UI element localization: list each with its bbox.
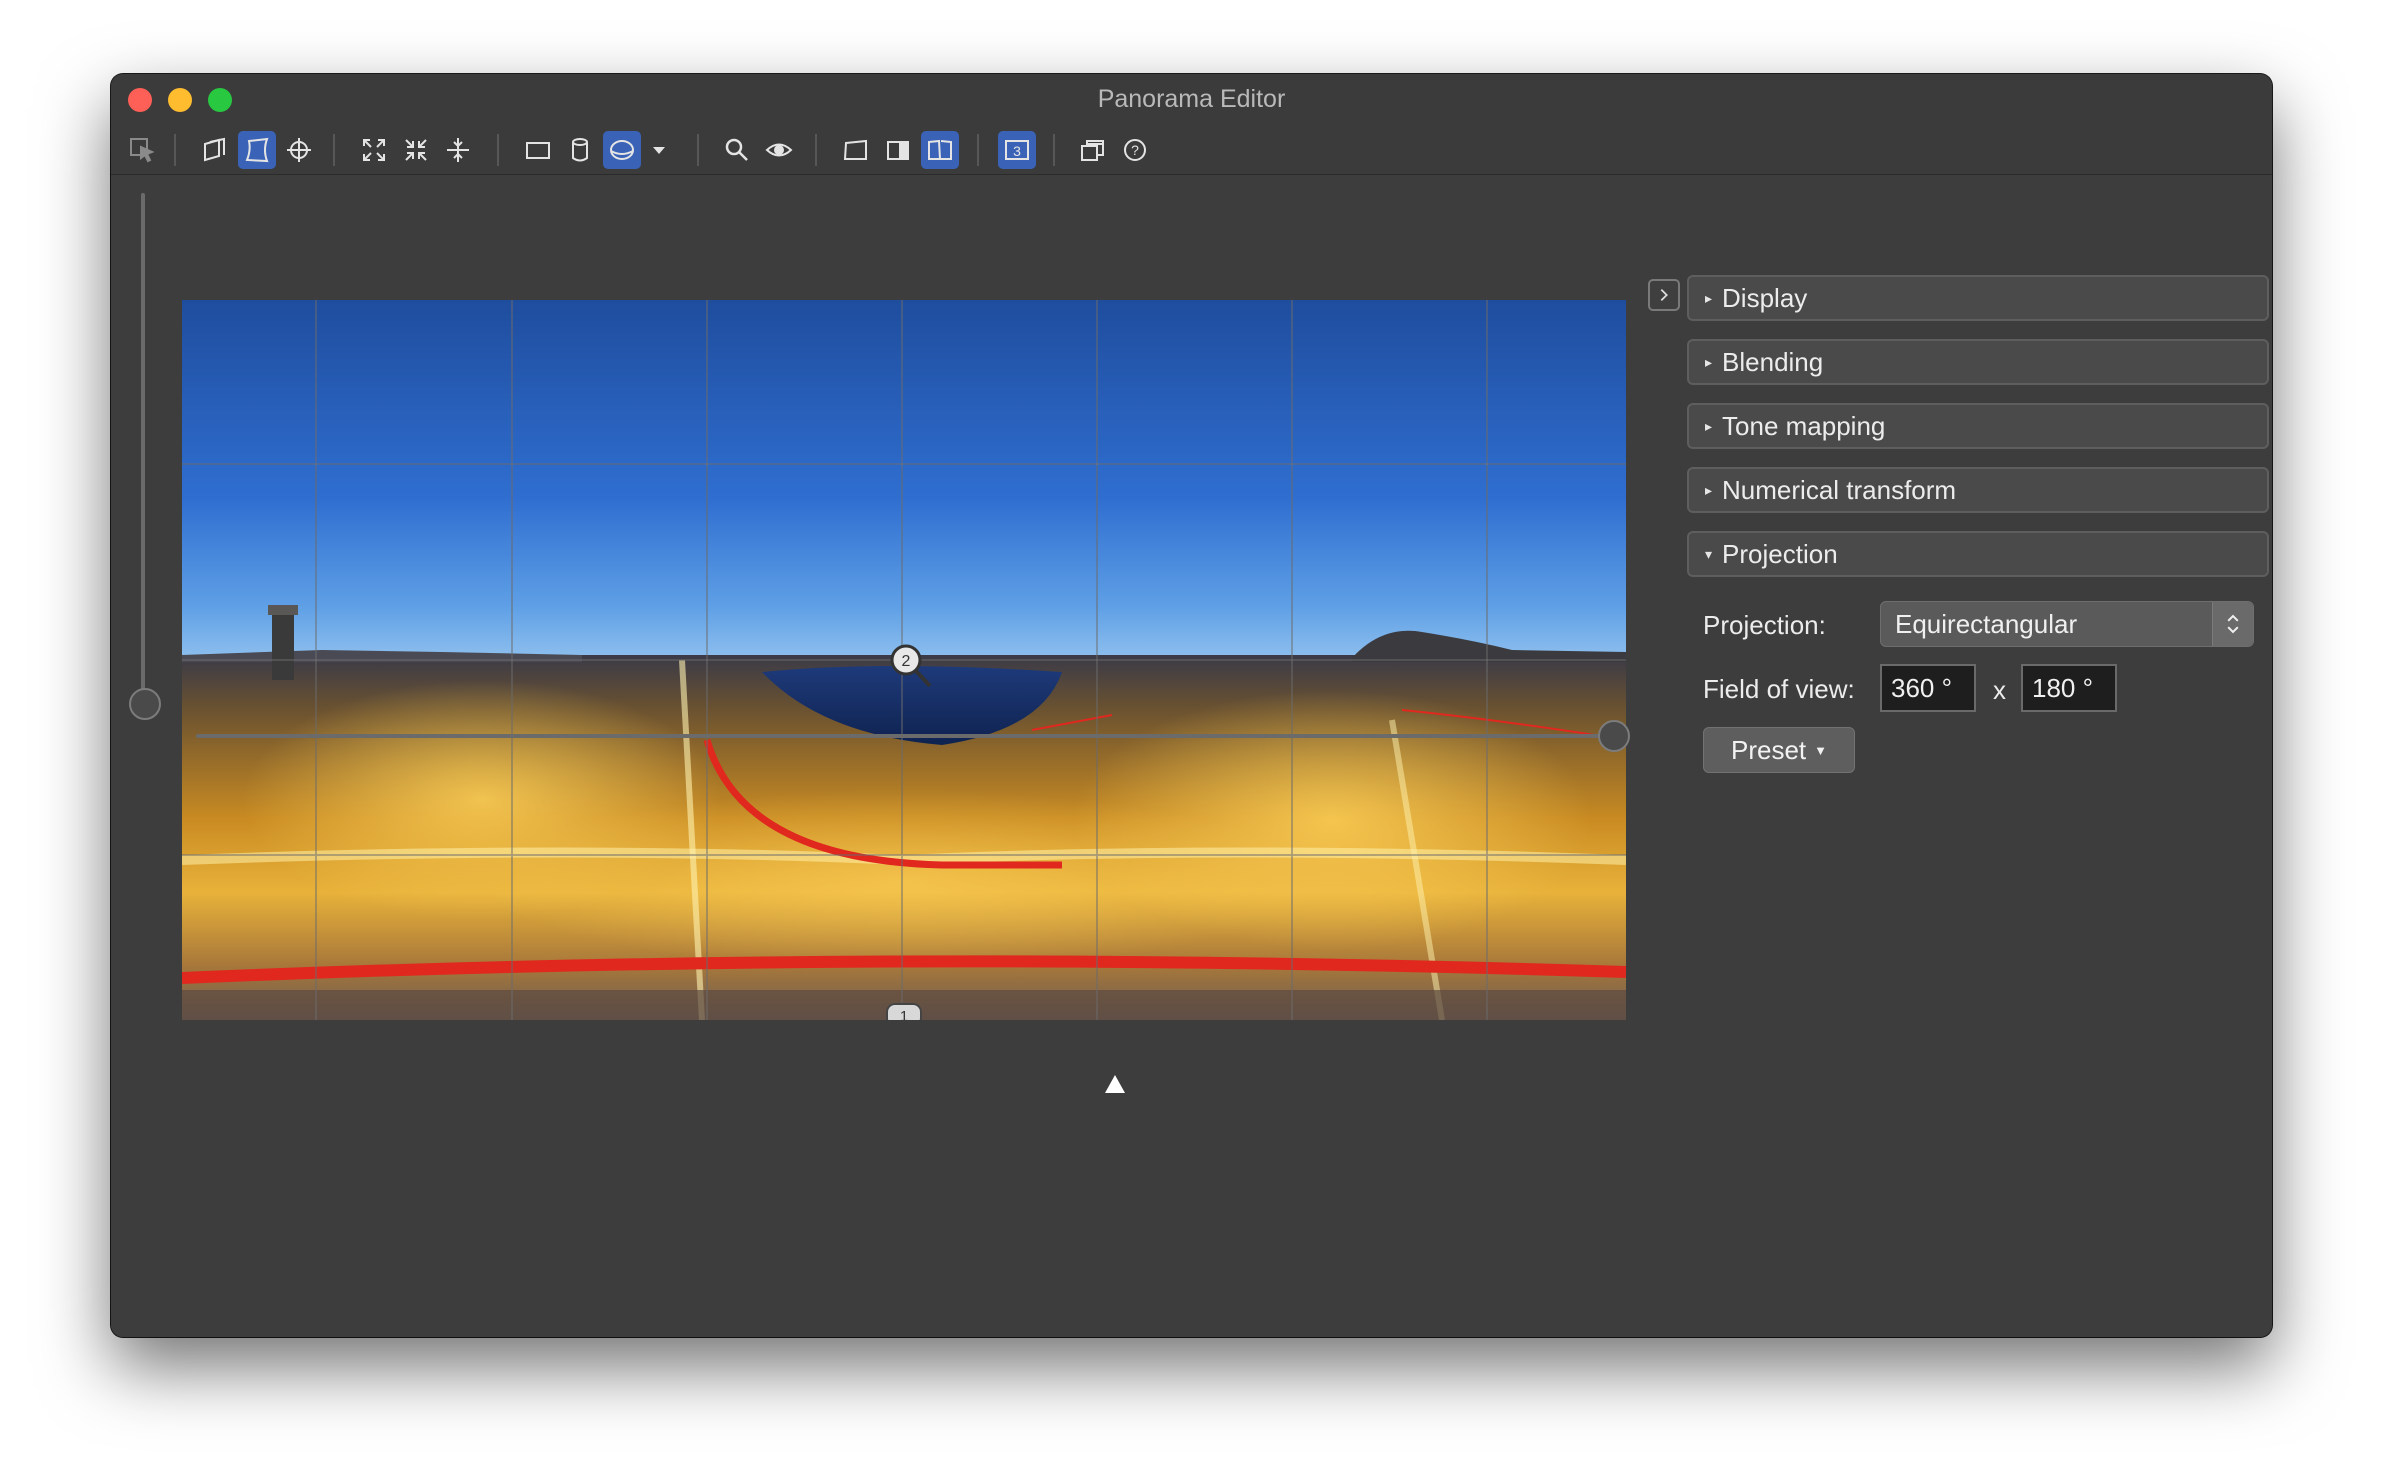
- field-of-view-label: Field of view:: [1703, 674, 1855, 704]
- vertical-fov-slider-track[interactable]: [141, 193, 145, 693]
- collapse-sidebar-button[interactable]: [1648, 279, 1680, 311]
- crosshair-icon[interactable]: [280, 131, 318, 169]
- editor-content: 2 1 ▸ Display ▸ Blending ▸ Tone mapping: [111, 175, 2272, 1337]
- svg-text:1: 1: [900, 1008, 908, 1020]
- window-title: Panorama Editor: [1097, 85, 1286, 113]
- preset-button[interactable]: Preset ▼: [1703, 727, 1855, 773]
- svg-text:3: 3: [1013, 143, 1021, 159]
- disclosure-right-icon: ▸: [1705, 353, 1713, 370]
- zoom-icon[interactable]: [718, 131, 756, 169]
- view-left-icon[interactable]: [837, 131, 875, 169]
- svg-text:2: 2: [902, 653, 911, 670]
- panel-numerical-transform[interactable]: ▸ Numerical transform: [1687, 467, 2269, 513]
- disclosure-right-icon: ▸: [1705, 417, 1713, 434]
- fov-horizontal-field[interactable]: 360 °: [1880, 664, 1976, 712]
- panel-projection[interactable]: ▾ Projection: [1687, 531, 2269, 577]
- title-bar: Panorama Editor: [111, 74, 2272, 124]
- align-horizon-icon[interactable]: [439, 131, 477, 169]
- panorama-preview[interactable]: 2 1: [182, 300, 1626, 1020]
- center-triangle-marker[interactable]: [1105, 1075, 1125, 1093]
- disclosure-right-icon: ▸: [1705, 481, 1713, 498]
- preset-button-label: Preset: [1730, 734, 1807, 765]
- svg-text:?: ?: [1131, 142, 1139, 158]
- fit-expand-icon[interactable]: [355, 131, 393, 169]
- panel-tone-mapping[interactable]: ▸ Tone mapping: [1687, 403, 2269, 449]
- fov-separator: x: [1993, 675, 2006, 705]
- control-point-marker-1[interactable]: 1: [886, 1003, 922, 1020]
- panorama-editor-window: Panorama Editor 3 ? 2 1 ▸ Display ▸ Blen…: [111, 74, 2272, 1337]
- help-icon[interactable]: ?: [1116, 131, 1154, 169]
- projection-select-value: Equirectangular: [1895, 608, 2078, 639]
- select-arrow-icon[interactable]: [123, 131, 161, 169]
- eye-icon[interactable]: [760, 131, 798, 169]
- panel-tone-mapping-label: Tone mapping: [1722, 410, 1886, 441]
- layers-icon[interactable]: [196, 131, 234, 169]
- projection-label: Projection:: [1703, 610, 1826, 640]
- cylinder-icon[interactable]: [561, 131, 599, 169]
- badge-3-icon[interactable]: 3: [998, 131, 1036, 169]
- view-book-icon[interactable]: [921, 131, 959, 169]
- panel-blending-label: Blending: [1722, 346, 1824, 377]
- window-stack-icon[interactable]: [1074, 131, 1112, 169]
- horizontal-fov-slider-knob[interactable]: [1598, 720, 1630, 752]
- disclosure-down-icon: ▾: [1705, 545, 1713, 562]
- fov-vertical-field[interactable]: 180 °: [2021, 664, 2117, 712]
- view-mirror-icon[interactable]: [879, 131, 917, 169]
- panel-projection-label: Projection: [1722, 538, 1838, 569]
- toolbar: 3 ?: [111, 124, 2272, 175]
- panel-display[interactable]: ▸ Display: [1687, 275, 2269, 321]
- panel-numerical-transform-label: Numerical transform: [1722, 474, 1957, 505]
- chevron-down-icon[interactable]: [645, 131, 673, 169]
- panel-blending[interactable]: ▸ Blending: [1687, 339, 2269, 385]
- updown-chevron-icon[interactable]: [2212, 602, 2253, 646]
- projection-select[interactable]: Equirectangular: [1880, 601, 2254, 647]
- warp-icon[interactable]: [238, 131, 276, 169]
- chevron-right-icon: [1660, 288, 1668, 302]
- dropdown-arrow-icon: ▼: [1814, 742, 1828, 758]
- horizontal-fov-slider-track[interactable]: [196, 734, 1622, 738]
- rectilinear-icon[interactable]: [519, 131, 557, 169]
- sphere-icon[interactable]: [603, 131, 641, 169]
- panel-display-label: Display: [1722, 282, 1808, 313]
- disclosure-right-icon: ▸: [1705, 289, 1713, 306]
- vertical-fov-slider-knob[interactable]: [129, 688, 161, 720]
- shrink-icon[interactable]: [397, 131, 435, 169]
